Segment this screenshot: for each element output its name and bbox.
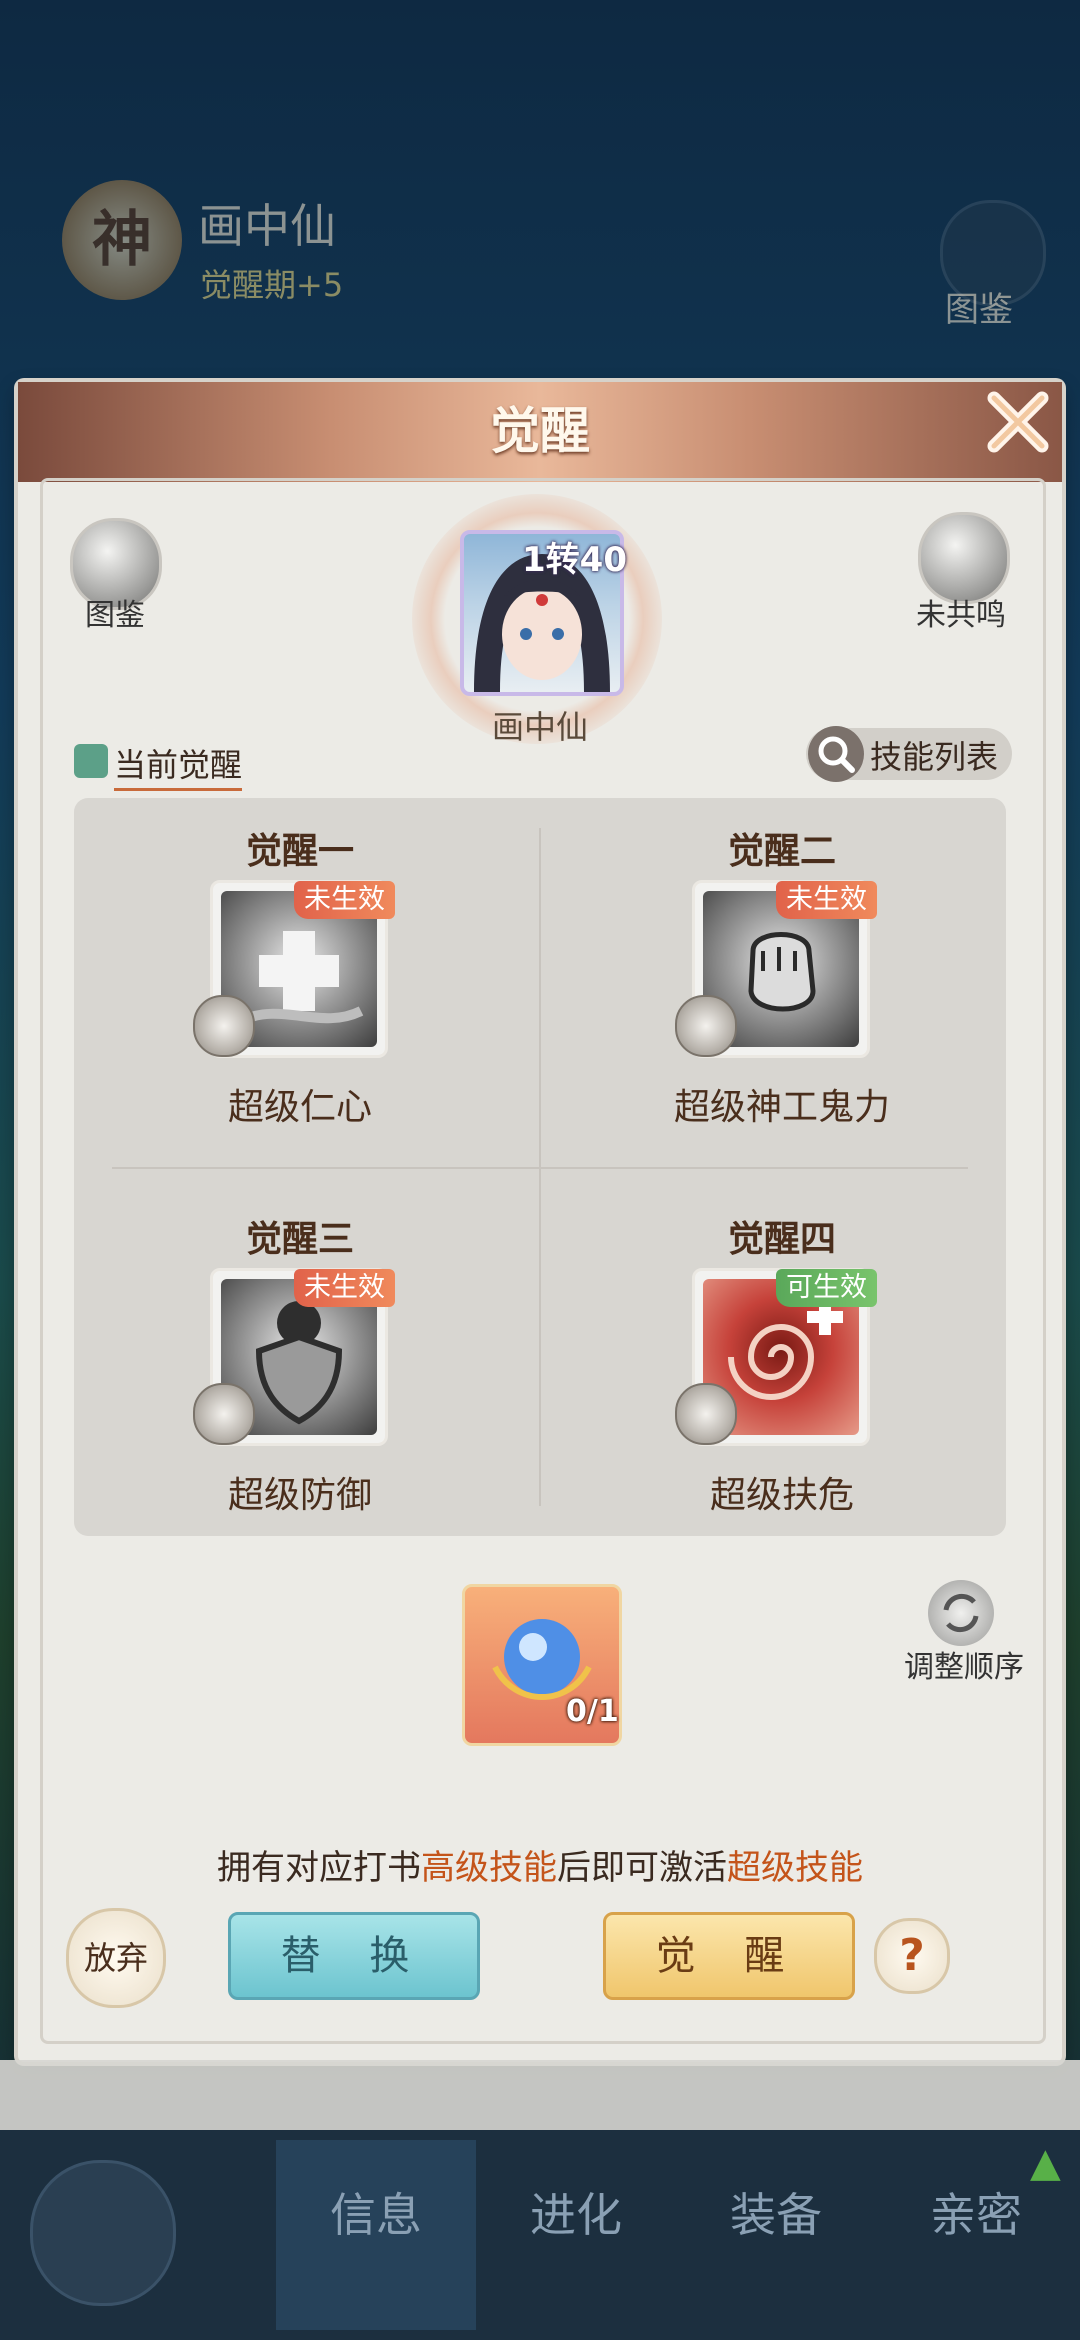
reorder-label[interactable]: 调整顺序 [896,1642,1032,1686]
awaken-slot-3[interactable]: 未生效 [193,1268,395,1446]
refresh-icon[interactable] [928,1580,994,1646]
skill-name: 超级扶危 [709,1475,854,1516]
skill-name: 超级神工鬼力 [673,1087,890,1128]
unlock-icon [193,995,255,1057]
tab-evolve[interactable]: 进化 [476,2140,676,2330]
resonance-label: 未共鸣 [916,598,1006,633]
slot-title: 觉醒三 [245,1219,354,1260]
help-button[interactable]: ? [874,1918,950,1994]
awaken-slot-2[interactable]: 未生效 [675,880,877,1058]
status-badge: 可生效 [776,1269,877,1307]
codex-label: 图鉴 [85,598,145,633]
portrait-name: 画中仙 [491,708,588,746]
skill-name: 超级仁心 [227,1087,372,1128]
awaken-slot-4[interactable]: 可生效 [675,1268,877,1446]
item-count: 0/1 [566,1694,619,1729]
awaken-swap-icon [74,744,108,778]
up-arrow-icon: ▲ [1030,2140,1061,2186]
rank-label: 1转40 [522,540,627,580]
skill-list-label: 技能列表 [870,738,999,776]
codex-background-label: 图鉴 [945,290,1013,330]
compass-icon[interactable] [30,2160,176,2306]
unlock-icon [193,1383,255,1445]
hint-text: 拥有对应打书高级技能后即可激活超级技能 [217,1848,863,1888]
unlock-icon [675,1383,737,1445]
awaken-slot-1[interactable]: 未生效 [193,880,395,1058]
god-rank-badge: 神 [62,180,182,300]
awaken-button[interactable]: 觉 醒 [603,1912,855,2000]
replace-button[interactable]: 替 换 [228,1912,480,2000]
bottom-panel [0,2060,1080,2130]
status-badge: 未生效 [294,881,395,919]
skill-name: 超级防御 [227,1475,372,1516]
slot-title: 觉醒二 [727,831,836,872]
close-button[interactable] [980,384,1056,460]
current-awaken-tab[interactable]: 当前觉醒 [114,740,243,791]
dialog-title: 觉醒 [490,402,590,460]
character-name: 画中仙 [198,199,336,253]
tab-info[interactable]: 信息 [276,2140,476,2330]
search-icon [808,726,864,782]
status-badge: 未生效 [776,881,877,919]
slot-title: 觉醒一 [245,831,354,872]
close-icon [987,391,1049,453]
unlock-icon [675,995,737,1057]
abandon-button[interactable]: 放弃 [66,1908,166,2008]
status-badge: 未生效 [294,1269,395,1307]
grid-divider [112,1167,968,1169]
slot-title: 觉醒四 [727,1219,836,1260]
awaken-period-label: 觉醒期+5 [200,266,344,304]
tab-equip[interactable]: 装备 [676,2140,876,2330]
